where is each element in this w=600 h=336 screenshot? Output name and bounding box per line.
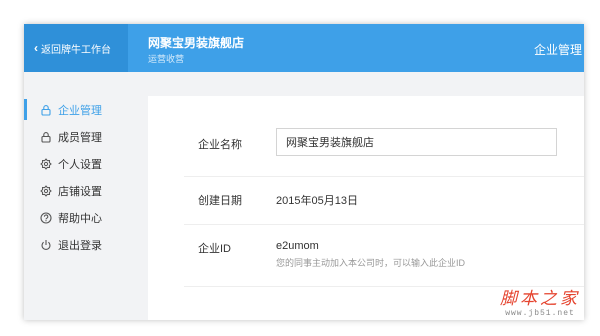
lock-icon bbox=[41, 131, 51, 143]
sidebar: 企业管理 成员管理 个人设置 店铺设置 帮助中心 退出登录 bbox=[24, 96, 128, 258]
watermark-url: www.jb51.net bbox=[505, 309, 575, 318]
company-id-value: e2umom bbox=[276, 240, 319, 252]
company-name-label: 企业名称 bbox=[198, 139, 242, 151]
power-icon bbox=[41, 239, 51, 250]
watermark-title: 脚本之家 bbox=[500, 289, 580, 309]
sidebar-item-logout[interactable]: 退出登录 bbox=[24, 231, 128, 258]
sidebar-item-help[interactable]: 帮助中心 bbox=[24, 204, 128, 231]
sidebar-item-company[interactable]: 企业管理 bbox=[24, 96, 128, 123]
store-subtitle: 运营收营 bbox=[148, 54, 185, 64]
divider bbox=[184, 224, 584, 225]
back-to-workbench-button[interactable]: ‹ 返回牌牛工作台 bbox=[24, 24, 128, 72]
sidebar-item-label: 帮助中心 bbox=[58, 212, 102, 225]
store-name: 网聚宝男装旗舰店 bbox=[148, 36, 245, 50]
sidebar-item-label: 成员管理 bbox=[58, 131, 102, 144]
sidebar-item-members[interactable]: 成员管理 bbox=[24, 123, 128, 150]
sidebar-item-label: 企业管理 bbox=[58, 104, 102, 117]
company-name-input[interactable]: 网聚宝男装旗舰店 bbox=[276, 128, 557, 156]
company-id-hint: 您的同事主动加入本公司时，可以输入此企业ID bbox=[276, 258, 466, 268]
sidebar-item-label: 店铺设置 bbox=[58, 185, 102, 198]
company-id-label: 企业ID bbox=[198, 243, 231, 255]
sidebar-item-store-settings[interactable]: 店铺设置 bbox=[24, 177, 128, 204]
top-bar: ‹ 返回牌牛工作台 网聚宝男装旗舰店 运营收营 企业管理 bbox=[24, 24, 584, 72]
created-date-value: 2015年05月13日 bbox=[276, 195, 358, 207]
sidebar-item-label: 退出登录 bbox=[58, 239, 102, 252]
app-window: ‹ 返回牌牛工作台 网聚宝男装旗舰店 运营收营 企业管理 企业管理 成员管理 个… bbox=[24, 24, 584, 320]
divider bbox=[184, 176, 584, 177]
sidebar-item-label: 个人设置 bbox=[58, 158, 102, 171]
gear-icon bbox=[40, 157, 52, 170]
created-date-label: 创建日期 bbox=[198, 195, 242, 207]
gear-icon bbox=[40, 184, 52, 197]
lock-icon bbox=[41, 104, 51, 116]
site-watermark: 脚本之家 www.jb51.net bbox=[500, 284, 580, 318]
section-title: 企业管理 bbox=[533, 43, 582, 57]
sidebar-item-personal-settings[interactable]: 个人设置 bbox=[24, 150, 128, 177]
back-label: 返回牌牛工作台 bbox=[41, 44, 111, 56]
help-icon bbox=[40, 211, 52, 224]
chevron-left-icon: ‹ bbox=[34, 41, 38, 55]
company-name-value: 网聚宝男装旗舰店 bbox=[286, 137, 374, 149]
